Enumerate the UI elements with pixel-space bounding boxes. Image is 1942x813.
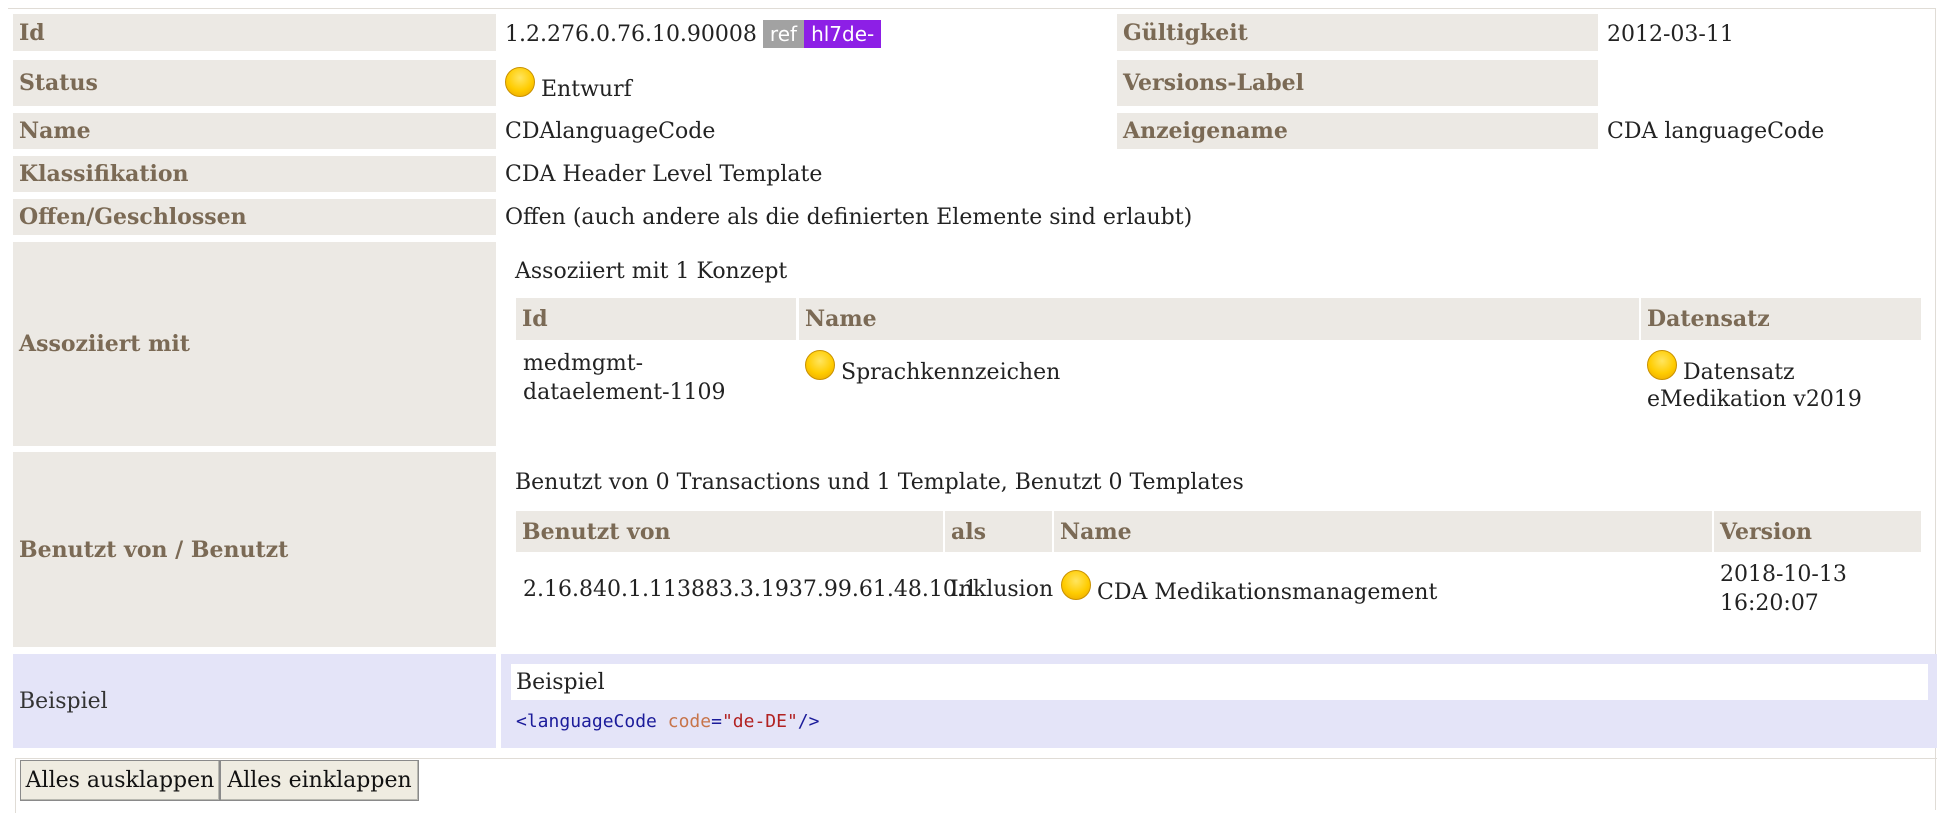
label-used-by-text: Benutzt von / Benutzt	[19, 536, 289, 563]
ref-badge[interactable]: ref	[762, 20, 805, 48]
label-classification-text: Klassifikation	[19, 161, 189, 187]
value-display-name: CDA languageCode	[1607, 116, 1824, 146]
code-val: "de-DE"	[721, 711, 798, 732]
label-validity-text: Gültigkeit	[1123, 19, 1248, 46]
label-version-label: Versions-Label	[1117, 60, 1598, 106]
status-text: Entwurf	[541, 76, 632, 102]
concept-status-icon	[805, 350, 835, 380]
associated-header-dataset-text: Datensatz	[1647, 306, 1770, 332]
associated-header-id: Id	[516, 298, 796, 340]
label-name-text: Name	[19, 118, 91, 144]
used-by-header-as: als	[945, 511, 1052, 552]
hl7de-badge[interactable]: hl7de-	[804, 20, 882, 48]
used-by-header-as-text: als	[951, 518, 986, 545]
value-status: Entwurf	[505, 66, 632, 106]
used-by-header-version-text: Version	[1720, 518, 1813, 545]
used-by-template-name[interactable]: CDA Medikationsmanagement	[1097, 580, 1437, 605]
open-closed-text: Offen (auch andere als die definierten E…	[505, 204, 1193, 230]
associated-header-id-text: Id	[522, 306, 548, 332]
label-name: Name	[13, 113, 496, 149]
dataset-line2[interactable]: eMedikation v2019	[1647, 385, 1862, 414]
code-tag: languageCode	[526, 711, 657, 732]
label-classification: Klassifikation	[13, 156, 496, 192]
code-eq: =	[711, 711, 722, 732]
label-status: Status	[13, 60, 496, 106]
code-open: <	[516, 711, 527, 732]
example-title: Beispiel	[511, 664, 1928, 700]
validity-date: 2012-03-11	[1607, 21, 1734, 47]
value-name: CDAlanguageCode	[505, 116, 715, 146]
used-by-row-version: 2018-10-13 16:20:07	[1720, 560, 1847, 618]
used-by-version-line2: 16:20:07	[1720, 591, 1819, 616]
used-by-version-line1: 2018-10-13	[1720, 562, 1847, 587]
label-associated-text: Assoziiert mit	[19, 331, 190, 357]
associated-header-dataset: Datensatz	[1641, 298, 1921, 340]
label-used-by: Benutzt von / Benutzt	[13, 452, 496, 647]
used-by-header-name: Name	[1054, 511, 1712, 552]
used-by-relation: Inklusion	[950, 577, 1054, 602]
label-version-label-text: Versions-Label	[1123, 70, 1305, 96]
label-display-name: Anzeigename	[1117, 113, 1598, 149]
associated-row-dataset[interactable]: Datensatz eMedikation v2019	[1647, 350, 1862, 414]
collapse-all-button[interactable]: Alles einklappen	[220, 760, 419, 801]
concept-id-line2: dataelement-1109	[523, 380, 726, 405]
used-by-status-icon	[1061, 570, 1091, 600]
template-name: CDAlanguageCode	[505, 118, 716, 144]
used-by-row-oid[interactable]: 2.16.840.1.113883.3.1937.99.61.48.10.1	[523, 575, 978, 604]
used-by-summary: Benutzt von 0 Transactions und 1 Templat…	[515, 469, 1244, 495]
concept-id-line1: medmgmt-	[523, 351, 644, 376]
label-associated: Assoziiert mit	[13, 242, 496, 446]
concept-name[interactable]: Sprachkennzeichen	[841, 360, 1060, 385]
status-draft-icon	[505, 67, 535, 97]
associated-summary: Assoziiert mit 1 Konzept	[515, 258, 788, 284]
label-validity: Gültigkeit	[1117, 14, 1598, 51]
label-id: Id	[13, 14, 496, 51]
display-name: CDA languageCode	[1607, 118, 1825, 144]
used-by-row-name[interactable]: CDA Medikationsmanagement	[1061, 570, 1437, 605]
value-validity: 2012-03-11	[1607, 19, 1734, 49]
used-by-header-used-by: Benutzt von	[516, 511, 943, 552]
used-by-header-used-by-text: Benutzt von	[522, 518, 671, 545]
value-classification: CDA Header Level Template	[505, 159, 822, 189]
associated-header-name-text: Name	[805, 306, 877, 332]
value-id: 1.2.276.0.76.10.90008 ref hl7de-	[505, 19, 882, 49]
example-code: <languageCode code="de-DE"/>	[516, 708, 819, 736]
dataset-line1[interactable]: Datensatz	[1683, 360, 1795, 385]
associated-header-name: Name	[799, 298, 1639, 340]
associated-row-id: medmgmt- dataelement-1109	[523, 349, 726, 407]
used-by-header-version: Version	[1714, 511, 1921, 552]
example-title-text: Beispiel	[516, 669, 605, 695]
used-by-oid[interactable]: 2.16.840.1.113883.3.1937.99.61.48.10.1	[523, 577, 978, 602]
used-by-row-as: Inklusion	[950, 575, 1053, 604]
label-open-closed: Offen/Geschlossen	[13, 199, 496, 235]
used-by-header-name-text: Name	[1060, 518, 1132, 545]
value-open-closed: Offen (auch andere als die definierten E…	[505, 202, 1192, 232]
label-example-text: Beispiel	[19, 688, 108, 714]
label-display-name-text: Anzeigename	[1123, 118, 1288, 144]
classification-text: CDA Header Level Template	[505, 161, 823, 187]
label-id-text: Id	[19, 19, 45, 46]
associated-row-name[interactable]: Sprachkennzeichen	[805, 350, 1060, 385]
expand-all-button[interactable]: Alles ausklappen	[20, 760, 220, 801]
label-status-text: Status	[19, 70, 98, 96]
label-open-closed-text: Offen/Geschlossen	[19, 204, 247, 230]
template-id: 1.2.276.0.76.10.90008	[505, 21, 757, 47]
label-example: Beispiel	[13, 654, 496, 748]
code-attr: code	[667, 711, 712, 732]
dataset-status-icon	[1647, 350, 1677, 380]
code-close: />	[797, 711, 820, 732]
